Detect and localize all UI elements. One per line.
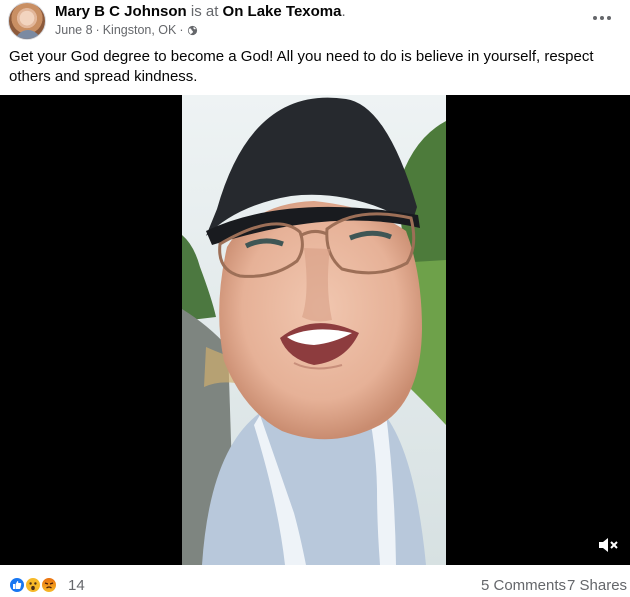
checkin-location-link[interactable]: On Lake Texoma [223, 3, 342, 20]
post-engagement-footer: 14 5 Comments 7 Shares [0, 565, 630, 597]
globe-icon [187, 25, 197, 35]
more-dot [593, 16, 597, 20]
reaction-count[interactable]: 14 [68, 577, 85, 594]
comments-count-link[interactable]: 5 Comments [481, 577, 566, 594]
post-title: Mary B C Johnson is at On Lake Texoma. [55, 3, 346, 20]
more-dot [607, 16, 611, 20]
angry-face-glyph [44, 582, 54, 589]
like-icon[interactable] [8, 576, 26, 594]
wow-face-glyph [29, 582, 37, 591]
more-dot [600, 16, 604, 20]
post-header: Mary B C Johnson is at On Lake Texoma. J… [0, 0, 630, 44]
more-options-button[interactable] [585, 6, 619, 30]
angry-icon[interactable] [40, 576, 58, 594]
metadata-separator-2: · [179, 23, 184, 37]
thumb-up-glyph [13, 581, 22, 589]
shares-count-link[interactable]: 7 Shares [567, 577, 627, 594]
post-date-link[interactable]: June 8 [55, 23, 93, 37]
author-name[interactable]: Mary B C Johnson [55, 3, 187, 20]
post-metadata: June 8 · Kingston, OK · [55, 23, 198, 37]
checkin-text: is at [190, 3, 219, 20]
author-avatar[interactable] [8, 2, 46, 40]
woman-selfie-video-frame [182, 95, 446, 565]
wow-icon[interactable] [24, 576, 42, 594]
title-period: . [341, 3, 346, 20]
post-place[interactable]: Kingston, OK [103, 23, 177, 37]
post-text: Get your God degree to become a God! All… [9, 48, 594, 85]
metadata-separator: · [95, 23, 100, 37]
video-player[interactable] [0, 95, 630, 565]
video-frame [182, 95, 446, 565]
avatar-shirt [15, 30, 41, 39]
mute-toggle-icon[interactable] [596, 535, 620, 555]
